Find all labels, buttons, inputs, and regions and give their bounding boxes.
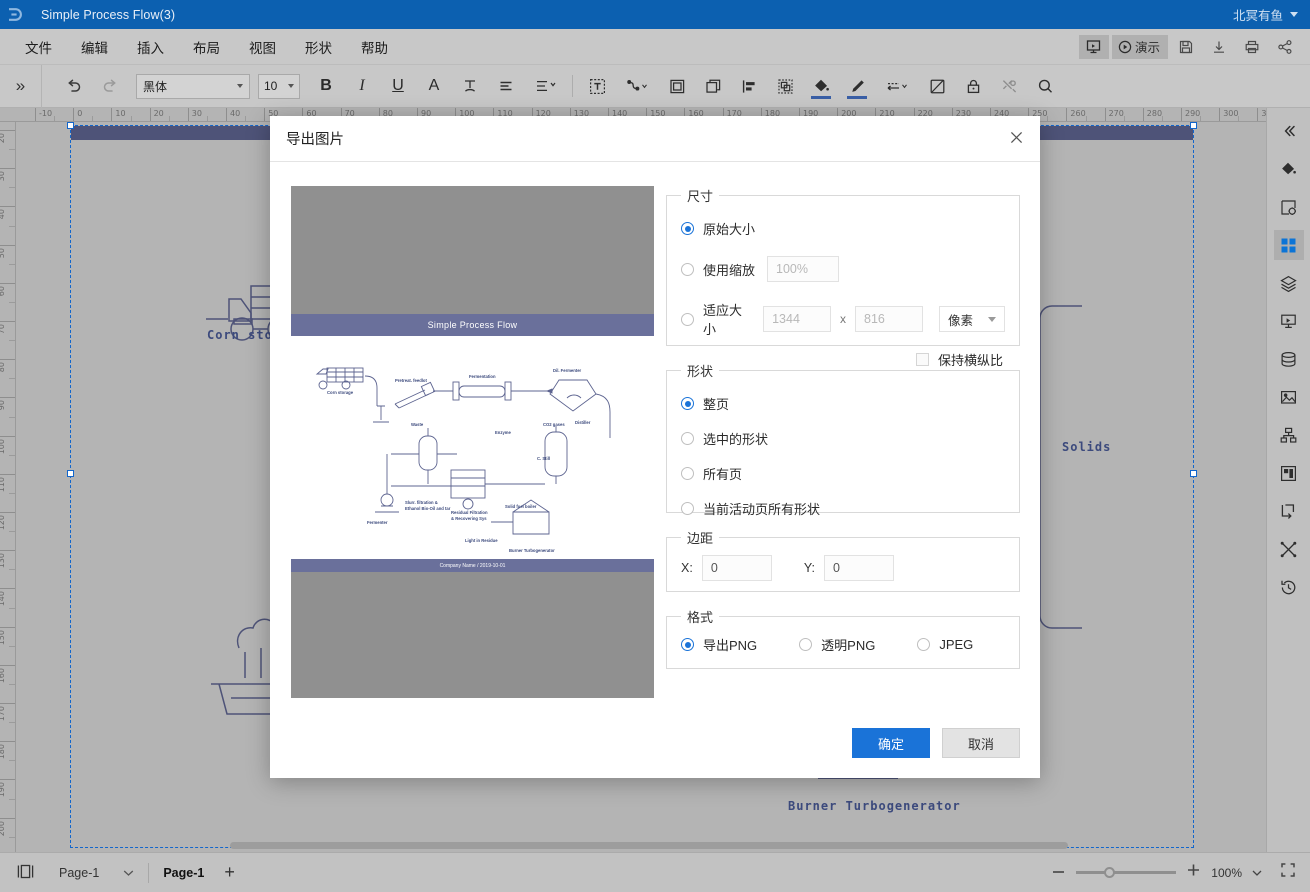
radio-jpeg-label: JPEG <box>939 637 974 652</box>
svg-text:Residual Filtration: Residual Filtration <box>451 510 488 515</box>
svg-text:Pretreat. feedlot: Pretreat. feedlot <box>395 378 427 383</box>
radio-transparent-png-indicator[interactable] <box>799 638 813 651</box>
radio-selected-shapes-indicator[interactable] <box>681 432 694 445</box>
dialog-body: Simple Process Flow Corn storage Pretrea… <box>270 162 1040 698</box>
svg-text:Solid fuel boiler: Solid fuel boiler <box>505 504 537 509</box>
margin-x-input[interactable]: 0 <box>701 555 772 581</box>
svg-text:Fermentation: Fermentation <box>469 374 496 379</box>
svg-text:Distiller: Distiller <box>575 420 591 425</box>
format-group: 格式 导出PNG 透明PNG JPEG <box>666 607 1020 669</box>
keep-aspect-ratio-checkbox[interactable] <box>915 353 929 366</box>
radio-use-scale-label: 使用缩放 <box>703 262 756 278</box>
confirm-button[interactable]: 确定 <box>852 728 930 758</box>
export-image-dialog: 导出图片 Simple Process Flow Corn storage Pr… <box>270 116 1040 778</box>
radio-selected-shapes[interactable]: 选中的形状 <box>681 429 1005 448</box>
size-group: 尺寸 原始大小 使用缩放 100% 适应大小 1344 x 816 像素 保持横… <box>666 186 1020 368</box>
radio-fit-size-indicator[interactable] <box>681 312 694 326</box>
shape-group-legend: 形状 <box>687 364 714 379</box>
svg-text:Dil. Fermenter: Dil. Fermenter <box>553 368 582 373</box>
radio-use-scale-indicator[interactable] <box>681 262 694 276</box>
radio-all-pages[interactable]: 所有页 <box>681 464 1005 483</box>
preview-header-title: Simple Process Flow <box>291 314 654 336</box>
dialog-title: 导出图片 <box>286 132 344 148</box>
multiply-symbol: x <box>840 312 847 326</box>
radio-export-png-label: 导出PNG <box>703 638 758 653</box>
radio-jpeg-indicator[interactable] <box>917 638 931 651</box>
svg-text:C. Still: C. Still <box>537 456 550 461</box>
radio-use-scale[interactable]: 使用缩放 100% <box>681 256 1005 282</box>
radio-original-size-label: 原始大小 <box>703 222 756 237</box>
radio-fit-size[interactable]: 适应大小 1344 x 816 像素 <box>681 300 1006 338</box>
radio-original-size-indicator[interactable] <box>681 222 694 235</box>
size-group-legend: 尺寸 <box>687 189 714 204</box>
radio-original-size[interactable]: 原始大小 <box>681 219 1005 238</box>
margin-x-value: 0 <box>710 561 718 575</box>
application-window: Simple Process Flow(3) 北冥有鱼 文件 编辑 插入 布局 … <box>0 0 1310 892</box>
preview-footer-text: Company Name / 2019-10-01 <box>291 559 654 572</box>
dialog-options-pane: 尺寸 原始大小 使用缩放 100% 适应大小 1344 x 816 像素 保持横… <box>666 186 1020 698</box>
format-row: 导出PNG 透明PNG JPEG <box>681 635 1005 654</box>
svg-text:Slurr. filtration &: Slurr. filtration & <box>405 500 438 505</box>
scale-input[interactable]: 100% <box>767 256 840 282</box>
radio-export-png-indicator[interactable] <box>681 638 694 651</box>
svg-text:& Recovering Sys: & Recovering Sys <box>451 516 487 521</box>
keep-aspect-ratio-label: 保持横纵比 <box>937 353 1003 368</box>
radio-selected-shapes-label: 选中的形状 <box>703 432 769 447</box>
margin-y-label: Y: <box>803 561 815 575</box>
svg-text:Enzyme: Enzyme <box>495 430 511 435</box>
svg-text:Waste: Waste <box>411 422 424 427</box>
cancel-button[interactable]: 取消 <box>942 728 1020 758</box>
format-group-legend: 格式 <box>687 610 714 625</box>
margin-x-label: X: <box>681 561 693 575</box>
dialog-header: 导出图片 <box>270 116 1040 162</box>
svg-text:CO2 gases: CO2 gases <box>543 422 565 427</box>
svg-text:Burner Turbogenerator: Burner Turbogenerator <box>509 548 555 553</box>
unit-select[interactable]: 像素 <box>938 306 1006 332</box>
svg-text:Fermenter: Fermenter <box>367 520 388 525</box>
radio-all-pages-indicator[interactable] <box>681 467 694 480</box>
export-preview: Simple Process Flow Corn storage Pretrea… <box>291 186 654 698</box>
radio-transparent-png-label: 透明PNG <box>821 638 876 653</box>
radio-whole-page[interactable]: 整页 <box>681 394 1005 413</box>
shape-group: 形状 整页 选中的形状 所有页 当前活动页所有形状 <box>666 361 1020 517</box>
scale-input-value: 100% <box>776 262 808 276</box>
height-input-value: 816 <box>864 312 885 326</box>
radio-whole-page-label: 整页 <box>703 397 730 412</box>
width-input[interactable]: 1344 <box>763 306 832 332</box>
width-input-value: 1344 <box>772 312 800 326</box>
margin-group-legend: 边距 <box>687 531 714 546</box>
margin-y-value: 0 <box>832 561 840 575</box>
dialog-footer: 确定 取消 <box>852 708 1020 778</box>
svg-text:Light in Residue: Light in Residue <box>465 538 498 543</box>
height-input[interactable]: 816 <box>855 306 923 332</box>
preview-diagram: Corn storage Pretreat. feedlot Fermentat… <box>315 367 611 553</box>
radio-active-page-shapes-label: 当前活动页所有形状 <box>703 502 821 517</box>
margin-row: X: 0 Y: 0 <box>681 555 1005 581</box>
radio-active-page-shapes[interactable]: 当前活动页所有形状 <box>681 499 1005 518</box>
radio-whole-page-indicator[interactable] <box>681 397 694 410</box>
unit-select-value: 像素 <box>947 313 973 328</box>
radio-all-pages-label: 所有页 <box>703 467 743 482</box>
svg-text:Ethanol Bio-Oil and tar: Ethanol Bio-Oil and tar <box>405 506 451 511</box>
preview-page: Simple Process Flow Corn storage Pretrea… <box>291 314 654 572</box>
close-icon[interactable] <box>1009 130 1024 148</box>
modal-backdrop: 导出图片 Simple Process Flow Corn storage Pr… <box>0 0 1310 892</box>
margin-y-input[interactable]: 0 <box>823 555 894 581</box>
chevron-down-icon <box>988 316 997 322</box>
svg-text:Corn storage: Corn storage <box>327 390 354 395</box>
radio-fit-size-label: 适应大小 <box>703 303 743 337</box>
margin-group: 边距 X: 0 Y: 0 <box>666 528 1020 592</box>
radio-active-page-shapes-indicator[interactable] <box>681 502 694 515</box>
